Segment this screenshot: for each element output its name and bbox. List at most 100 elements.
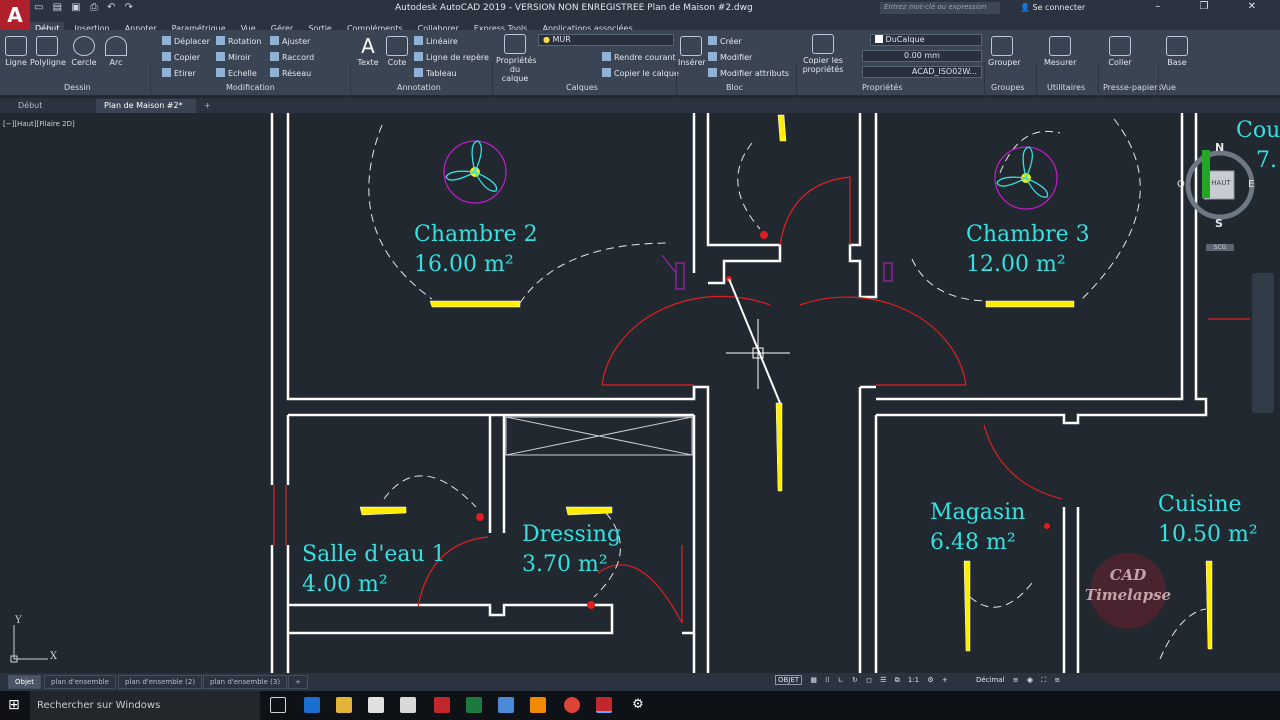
osnap-icon[interactable]: ◻ bbox=[866, 676, 872, 684]
table-button[interactable]: Tableau bbox=[414, 68, 457, 78]
units-label[interactable]: Décimal bbox=[976, 676, 1005, 684]
viewcube[interactable]: HAUT N S E O SCG bbox=[1177, 141, 1266, 251]
fillet-button[interactable]: Raccord bbox=[270, 52, 314, 62]
arc-button[interactable]: Arc bbox=[104, 36, 128, 67]
add-icon[interactable]: + bbox=[942, 676, 948, 684]
panel-label-vue[interactable]: Vue bbox=[1161, 83, 1176, 92]
model-space-toggle[interactable]: OBJET bbox=[775, 675, 803, 685]
leader-button[interactable]: Ligne de repère bbox=[414, 52, 489, 62]
ortho-icon[interactable]: ∟ bbox=[838, 676, 844, 684]
linear-button[interactable]: Linéaire bbox=[414, 36, 458, 46]
trim-button[interactable]: Ajuster bbox=[270, 36, 310, 46]
scale-button[interactable]: Echelle bbox=[216, 68, 257, 78]
make-current-button[interactable]: Rendre courant bbox=[602, 52, 676, 62]
compass-south[interactable]: S bbox=[1215, 217, 1223, 230]
viewcube-top-face[interactable]: HAUT bbox=[1206, 179, 1236, 187]
task-view-icon[interactable] bbox=[270, 697, 286, 713]
autocad-active-icon[interactable] bbox=[596, 697, 612, 713]
compass-west[interactable]: O bbox=[1177, 179, 1185, 190]
polyline-button[interactable]: Polyligne bbox=[30, 36, 66, 67]
edit-attributes-button[interactable]: Modifier attributs bbox=[708, 68, 789, 78]
new-layout-plus-icon[interactable]: + bbox=[288, 675, 308, 689]
drawing-canvas[interactable]: [−][Haut][Filaire 2D] Chambre 2 16.00 m²… bbox=[0, 113, 1280, 673]
layer-stack-icon bbox=[504, 34, 526, 54]
chrome-icon[interactable] bbox=[564, 697, 580, 713]
copy-button[interactable]: Copier bbox=[162, 52, 200, 62]
mail-icon[interactable] bbox=[400, 697, 416, 713]
mirror-button[interactable]: Miroir bbox=[216, 52, 251, 62]
layout-tab-model[interactable]: Objet bbox=[8, 675, 41, 689]
selection-cycling-icon[interactable]: ⧉ bbox=[895, 676, 900, 685]
autocad-taskbar-icon[interactable] bbox=[434, 697, 450, 713]
doc-tab-start[interactable]: Début bbox=[10, 99, 50, 113]
panel-label-utilitaires[interactable]: Utilitaires bbox=[1047, 83, 1085, 92]
layout-tab-plan-ensemble-2[interactable]: plan d'ensemble (2) bbox=[118, 675, 203, 689]
excel-icon[interactable] bbox=[466, 697, 482, 713]
fullscreen-icon[interactable]: ⛶ bbox=[1041, 676, 1046, 685]
quick-access-toolbar[interactable]: ▭ ▤ ▣ ⎙ ↶ ↷ bbox=[34, 2, 136, 13]
panel-label-bloc[interactable]: Bloc bbox=[726, 83, 743, 92]
doc-tab-plan-de-maison[interactable]: Plan de Maison #2* bbox=[96, 99, 196, 113]
panel-label-annotation[interactable]: Annotation bbox=[397, 83, 441, 92]
taskbar-search-input[interactable]: Rechercher sur Windows bbox=[30, 691, 260, 720]
snap-icon[interactable]: ⁞⁞ bbox=[825, 676, 829, 684]
vlc-cone-icon[interactable] bbox=[530, 697, 546, 713]
group-button[interactable]: Grouper bbox=[988, 36, 1021, 67]
edit-block-button[interactable]: Modifier bbox=[708, 52, 752, 62]
file-explorer-icon[interactable] bbox=[336, 697, 352, 713]
create-block-button[interactable]: Créer bbox=[708, 36, 742, 46]
lineweight-icon[interactable]: ☰ bbox=[880, 676, 886, 684]
windows-start-icon[interactable]: ⊞ bbox=[8, 697, 20, 713]
grid-icon[interactable]: ▦ bbox=[810, 676, 817, 684]
text-button[interactable]: A Texte bbox=[354, 36, 382, 67]
panel-label-presse-papiers[interactable]: Presse-papiers bbox=[1103, 83, 1162, 92]
window-controls[interactable]: – ❐ ✕ bbox=[1155, 1, 1274, 12]
measure-button[interactable]: Mesurer bbox=[1044, 36, 1076, 67]
linetype-dropdown[interactable]: ACAD_ISO02W... bbox=[862, 66, 982, 78]
move-button[interactable]: Déplacer bbox=[162, 36, 210, 46]
vlc-or-app-icon[interactable] bbox=[498, 697, 514, 713]
edge-browser-icon[interactable] bbox=[304, 697, 320, 713]
scale-label: Echelle bbox=[228, 69, 257, 78]
linear-label: Linéaire bbox=[426, 37, 458, 46]
base-view-button[interactable]: Base bbox=[1164, 36, 1190, 67]
stretch-button[interactable]: Etirer bbox=[162, 68, 196, 78]
isolate-icon[interactable]: ◉ bbox=[1027, 676, 1033, 684]
compass-east[interactable]: E bbox=[1248, 179, 1254, 190]
copy-layer-button[interactable]: Copier le calque bbox=[602, 68, 679, 78]
dimension-button[interactable]: Cote bbox=[384, 36, 410, 67]
rotate-button[interactable]: Rotation bbox=[216, 36, 261, 46]
new-tab-plus-icon[interactable]: + bbox=[196, 99, 219, 113]
match-properties-button[interactable]: Copier les propriétés bbox=[798, 34, 848, 74]
layout-tab-plan-ensemble-3[interactable]: plan d'ensemble (3) bbox=[203, 675, 288, 689]
panel-label-modification[interactable]: Modification bbox=[226, 83, 275, 92]
layer-properties-button[interactable]: Propriétés du calque bbox=[496, 34, 536, 83]
sign-in-button[interactable]: 👤 Se connecter bbox=[1020, 3, 1085, 12]
workspace-gear-icon[interactable]: ⚙ bbox=[927, 676, 933, 684]
color-dropdown[interactable]: DuCalque bbox=[870, 34, 982, 46]
watermark-line-2: Timelapse bbox=[1085, 586, 1171, 604]
panel-label-groupes[interactable]: Groupes bbox=[991, 83, 1024, 92]
array-button[interactable]: Réseau bbox=[270, 68, 311, 78]
help-search-input[interactable]: Entrez mot-clé ou expression bbox=[880, 2, 1000, 14]
properties-icon[interactable]: ≡ bbox=[1013, 676, 1019, 684]
layout-tab-plan-ensemble[interactable]: plan d'ensemble bbox=[44, 675, 116, 689]
insert-block-button[interactable]: Insérer bbox=[678, 36, 706, 67]
autocad-logo-icon[interactable]: A bbox=[0, 0, 30, 30]
polar-icon[interactable]: ↻ bbox=[852, 676, 858, 684]
line-button[interactable]: Ligne bbox=[4, 36, 28, 67]
store-icon[interactable] bbox=[368, 697, 384, 713]
settings-gear-icon[interactable]: ⚙ bbox=[630, 697, 646, 713]
panel-label-proprietes[interactable]: Propriétés bbox=[862, 83, 902, 92]
navigation-bar[interactable] bbox=[1252, 273, 1274, 413]
annotation-scale-label[interactable]: 1:1 bbox=[908, 676, 919, 684]
layer-dropdown[interactable]: ● MUR bbox=[538, 34, 674, 46]
panel-label-calques[interactable]: Calques bbox=[566, 83, 598, 92]
ucs-menu[interactable]: SCG bbox=[1206, 244, 1234, 251]
lineweight-dropdown[interactable]: 0.00 mm bbox=[862, 50, 982, 62]
customize-icon[interactable]: ≡ bbox=[1054, 676, 1060, 684]
paste-button[interactable]: Coller bbox=[1106, 36, 1134, 67]
compass-north[interactable]: N bbox=[1215, 141, 1224, 154]
circle-button[interactable]: Cercle bbox=[70, 36, 98, 67]
panel-label-dessin[interactable]: Dessin bbox=[64, 83, 91, 92]
